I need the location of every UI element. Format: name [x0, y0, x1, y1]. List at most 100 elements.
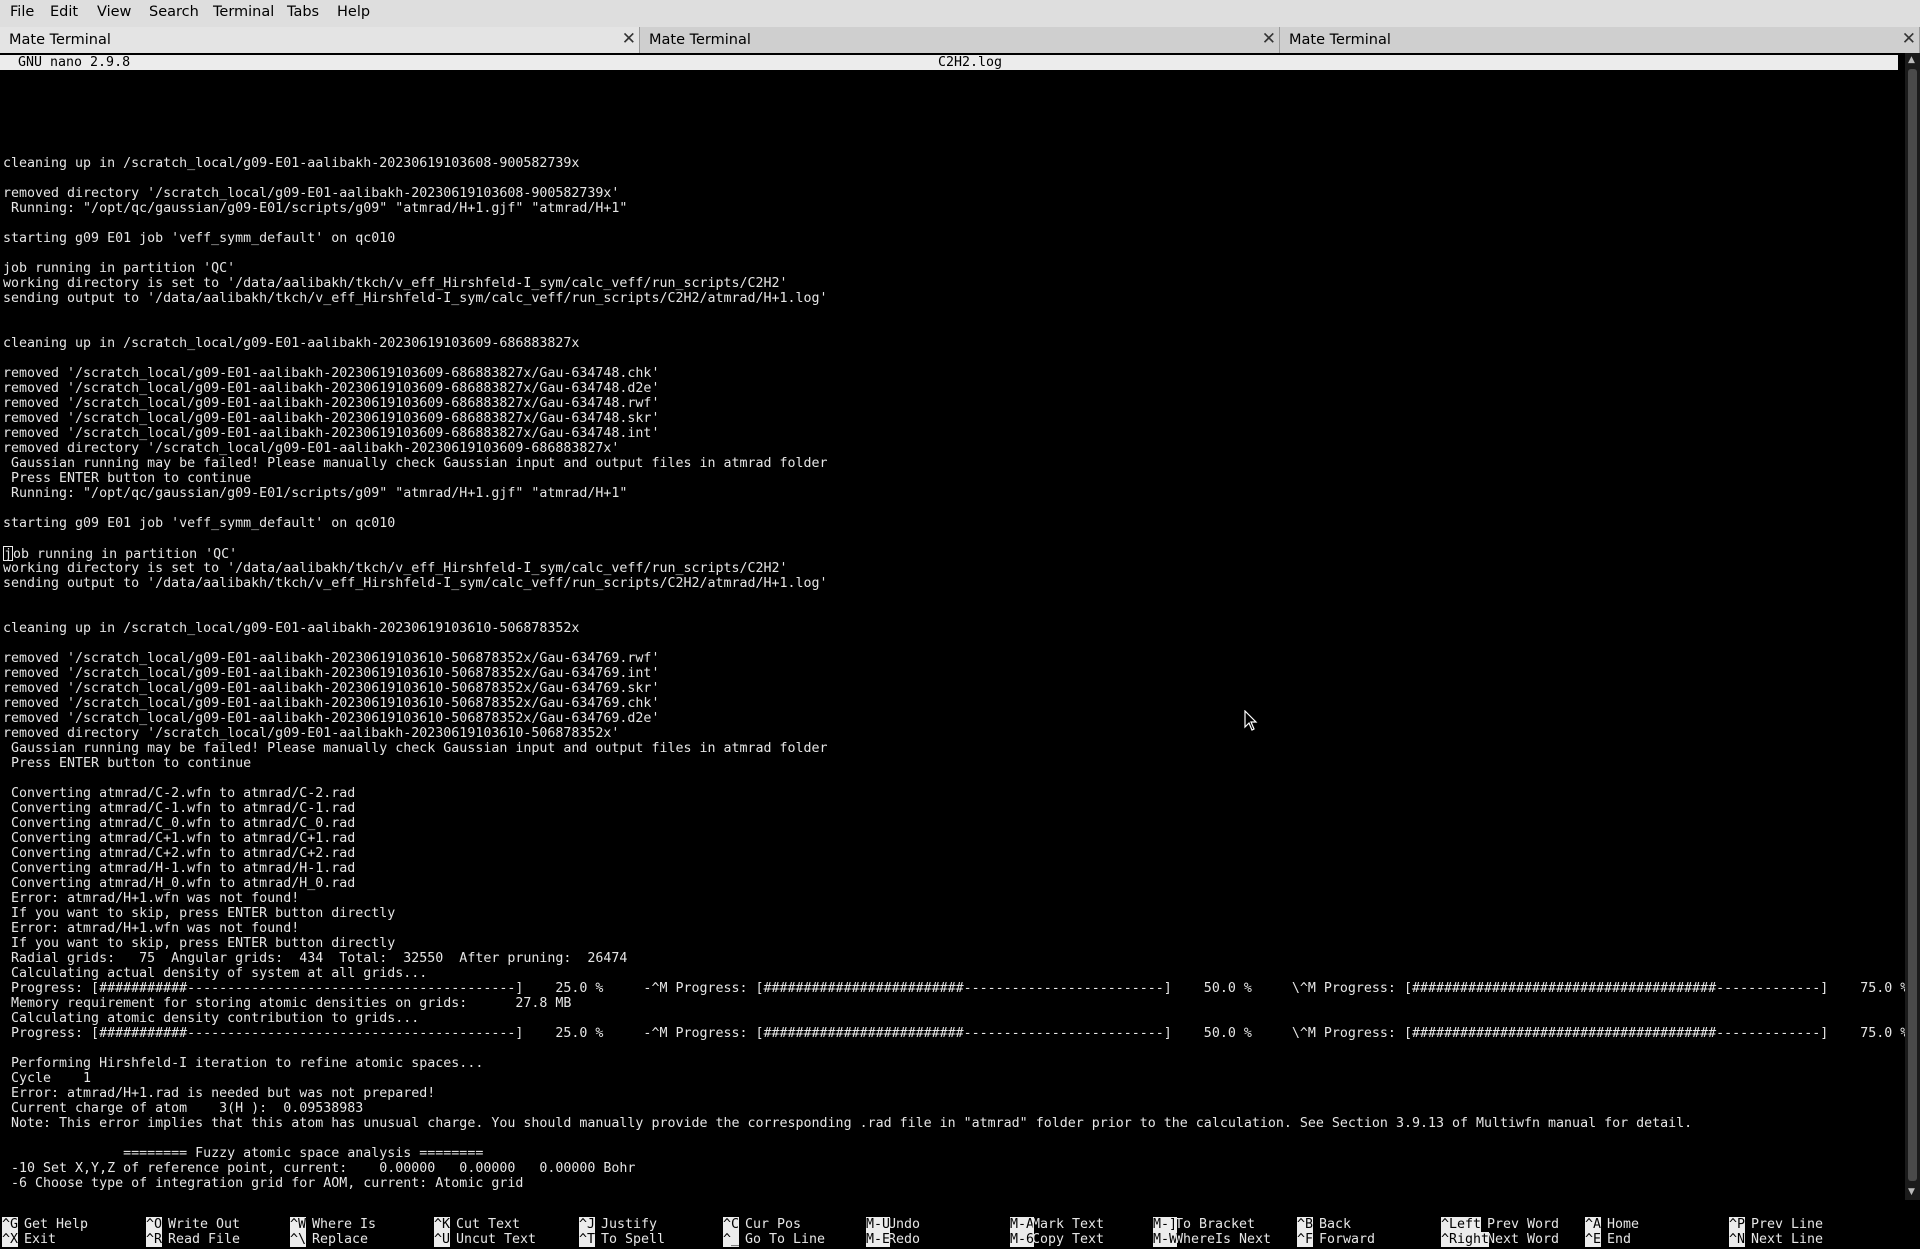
menu-search[interactable]: Search [149, 4, 199, 20]
terminal-line: If you want to skip, press ENTER button … [3, 936, 396, 951]
terminal-line: cleaning up in /scratch_local/g09-E01-aa… [3, 621, 580, 636]
scrollbar[interactable]: ▲ ▼ [1905, 53, 1920, 1200]
terminal-line: Press ENTER button to continue [3, 756, 252, 771]
terminal-line: removed '/scratch_local/g09-E01-aalibakh… [3, 696, 660, 711]
tab-label: Mate Terminal [649, 32, 751, 48]
terminal-line: -6 Choose type of integration grid for A… [3, 1176, 524, 1191]
shortcut-key: M-] [1153, 1217, 1178, 1232]
tab-terminal-1[interactable]: Mate Terminal ✕ [0, 27, 640, 53]
shortcut-label: To Spell [601, 1232, 666, 1247]
shortcut-label: Copy Text [1032, 1232, 1105, 1247]
shortcut-label: Justify [601, 1217, 658, 1232]
terminal-line: Calculating actual density of system at … [3, 966, 428, 981]
shortcut-key: ^Left [1441, 1217, 1482, 1232]
shortcut-label: End [1607, 1232, 1632, 1247]
menu-edit[interactable]: Edit [50, 4, 78, 20]
shortcut-key: ^W [290, 1217, 307, 1232]
terminal-line: removed directory '/scratch_local/g09-E0… [3, 726, 620, 741]
shortcut-key: M-A [1010, 1217, 1035, 1232]
tab-terminal-3[interactable]: Mate Terminal ✕ [1280, 27, 1920, 53]
terminal-line: removed '/scratch_local/g09-E01-aalibakh… [3, 366, 660, 381]
shortcut-label: Redo [888, 1232, 921, 1247]
terminal-line: job running in partition 'QC' [3, 546, 1920, 562]
terminal-line: removed '/scratch_local/g09-E01-aalibakh… [3, 411, 660, 426]
shortcut-key: M-6 [1010, 1232, 1035, 1247]
terminal-line: Progress: [###########------------------… [3, 1026, 1920, 1041]
terminal-line: ======== Fuzzy atomic space analysis ===… [3, 1146, 484, 1161]
menu-bar: File Edit View Search Terminal Tabs Help [0, 0, 1920, 27]
terminal-line: removed '/scratch_local/g09-E01-aalibakh… [3, 426, 660, 441]
terminal-line: Converting atmrad/C-1.wfn to atmrad/C-1.… [3, 801, 356, 816]
terminal-line: removed '/scratch_local/g09-E01-aalibakh… [3, 651, 660, 666]
terminal-line: cleaning up in /scratch_local/g09-E01-aa… [3, 336, 580, 351]
terminal-line: Converting atmrad/H-1.wfn to atmrad/H-1.… [3, 861, 356, 876]
shortcut-key: ^K [434, 1217, 451, 1232]
shortcut-label: Go To Line [745, 1232, 826, 1247]
terminal-line: Converting atmrad/H_0.wfn to atmrad/H_0.… [3, 876, 356, 891]
menu-view[interactable]: View [97, 4, 131, 20]
shortcut-key: M-E [866, 1232, 891, 1247]
nano-title-bar: GNU nano 2.9.8 C2H2.log [0, 55, 1898, 70]
terminal-line: working directory is set to '/data/aalib… [3, 561, 788, 576]
shortcut-label: Home [1607, 1217, 1640, 1232]
terminal-line: sending output to '/data/aalibakh/tkch/v… [3, 576, 828, 591]
shortcut-label: Exit [24, 1232, 57, 1247]
close-icon[interactable]: ✕ [1902, 29, 1916, 49]
shortcut-label: Uncut Text [456, 1232, 537, 1247]
shortcut-key: ^U [434, 1232, 451, 1247]
shortcut-key: ^Right [1441, 1232, 1490, 1247]
terminal-line: removed directory '/scratch_local/g09-E0… [3, 186, 620, 201]
shortcut-label: Next Word [1487, 1232, 1560, 1247]
terminal-line: Gaussian running may be failed! Please m… [3, 741, 828, 756]
terminal-line: Progress: [###########------------------… [3, 981, 1920, 996]
shortcut-label: Read File [168, 1232, 241, 1247]
terminal-line: Running: "/opt/qc/gaussian/g09-E01/scrip… [3, 201, 628, 216]
close-icon[interactable]: ✕ [1262, 29, 1276, 49]
terminal-line: Converting atmrad/C-2.wfn to atmrad/C-2.… [3, 786, 356, 801]
terminal-line: Radial grids: 75 Angular grids: 434 Tota… [3, 951, 628, 966]
shortcut-label: WhereIs Next [1175, 1232, 1272, 1247]
menu-file[interactable]: File [10, 4, 34, 20]
shortcut-key: ^N [1729, 1232, 1746, 1247]
terminal-line: Gaussian running may be failed! Please m… [3, 456, 828, 471]
terminal-line: removed '/scratch_local/g09-E01-aalibakh… [3, 711, 660, 726]
scroll-up-icon[interactable]: ▲ [1908, 55, 1915, 65]
shortcut-key: ^T [579, 1232, 596, 1247]
terminal-line: Converting atmrad/C_0.wfn to atmrad/C_0.… [3, 816, 356, 831]
shortcut-label: Undo [888, 1217, 921, 1232]
menu-tabs[interactable]: Tabs [287, 4, 319, 20]
shortcut-key: ^E [1585, 1232, 1602, 1247]
scroll-down-icon[interactable]: ▼ [1908, 1187, 1915, 1197]
terminal-line: removed '/scratch_local/g09-E01-aalibakh… [3, 666, 660, 681]
shortcut-key: ^O [146, 1217, 163, 1232]
shortcut-key: ^\ [290, 1232, 307, 1247]
nano-help-shortcuts: ^G Get Help ^X Exit ^O Write Out ^R Read File ^W… [0, 1217, 1905, 1249]
terminal-output: cleaning up in /scratch_local/g09-E01-aa… [3, 111, 1920, 1191]
tab-terminal-2[interactable]: Mate Terminal ✕ [640, 27, 1280, 53]
terminal-line: Error: atmrad/H+1.wfn was not found! [3, 891, 300, 906]
tab-label: Mate Terminal [9, 32, 111, 48]
shortcut-key: ^P [1729, 1217, 1746, 1232]
menu-help[interactable]: Help [337, 4, 370, 20]
nano-version: GNU nano 2.9.8 [18, 55, 131, 70]
terminal-area[interactable]: GNU nano 2.9.8 C2H2.log cleaning up in /… [0, 53, 1920, 1247]
shortcut-label: Back [1319, 1217, 1352, 1232]
menu-terminal[interactable]: Terminal [213, 4, 274, 20]
terminal-line: removed '/scratch_local/g09-E01-aalibakh… [3, 396, 660, 411]
terminal-line: sending output to '/data/aalibakh/tkch/v… [3, 291, 828, 306]
terminal-line: Error: atmrad/H+1.wfn was not found! [3, 921, 300, 936]
shortcut-key: ^G [2, 1217, 19, 1232]
terminal-line: Cycle 1 [3, 1071, 92, 1086]
close-icon[interactable]: ✕ [622, 29, 636, 49]
scrollbar-thumb[interactable] [1908, 69, 1917, 1181]
shortcut-key: ^_ [723, 1232, 740, 1247]
terminal-line: If you want to skip, press ENTER button … [3, 906, 396, 921]
terminal-line: starting g09 E01 job 'veff_symm_default'… [3, 231, 396, 246]
terminal-line: removed '/scratch_local/g09-E01-aalibakh… [3, 381, 660, 396]
